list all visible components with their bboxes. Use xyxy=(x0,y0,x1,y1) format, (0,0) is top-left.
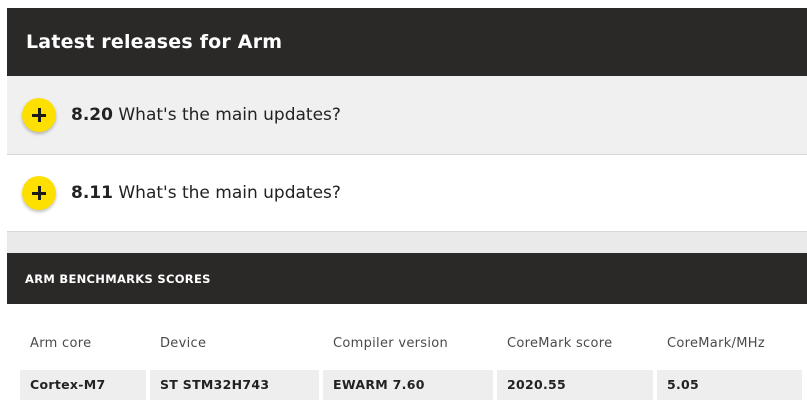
column-header-coremark-mhz: CoreMark/MHz xyxy=(667,336,765,351)
column-header-device: Device xyxy=(160,336,207,351)
table-row: Cortex-M7 ST STM32H743 EWARM 7.60 2020.5… xyxy=(20,370,806,400)
release-description: What's the main updates? xyxy=(118,183,341,203)
release-version: 8.20 xyxy=(71,105,113,125)
plus-icon[interactable] xyxy=(22,98,56,132)
plus-icon[interactable] xyxy=(22,176,56,210)
benchmarks-header: ARM BENCHMARKS SCORES xyxy=(7,253,807,304)
release-label: 8.20 What's the main updates? xyxy=(71,105,341,125)
release-item-8-11[interactable]: 8.11 What's the main updates? xyxy=(7,155,807,232)
section-divider xyxy=(7,232,807,253)
cell-coremark-mhz: 5.05 xyxy=(657,370,802,400)
column-header-arm-core: Arm core xyxy=(30,336,92,351)
column-header-compiler-version: Compiler version xyxy=(333,336,449,351)
benchmarks-title: ARM BENCHMARKS SCORES xyxy=(25,271,211,286)
column-header-coremark-score: CoreMark score xyxy=(507,336,613,351)
cell-device: ST STM32H743 xyxy=(150,370,319,400)
cell-arm-core: Cortex-M7 xyxy=(20,370,146,400)
release-label: 8.11 What's the main updates? xyxy=(71,183,341,203)
cell-compiler-version: EWARM 7.60 xyxy=(323,370,493,400)
release-version: 8.11 xyxy=(71,183,113,203)
release-description: What's the main updates? xyxy=(118,105,341,125)
releases-title: Latest releases for Arm xyxy=(26,31,283,53)
table-header-row: Arm core Device Compiler version CoreMar… xyxy=(20,326,802,362)
cell-coremark-score: 2020.55 xyxy=(497,370,653,400)
releases-header: Latest releases for Arm xyxy=(7,8,807,76)
release-item-8-20[interactable]: 8.20 What's the main updates? xyxy=(7,76,807,155)
